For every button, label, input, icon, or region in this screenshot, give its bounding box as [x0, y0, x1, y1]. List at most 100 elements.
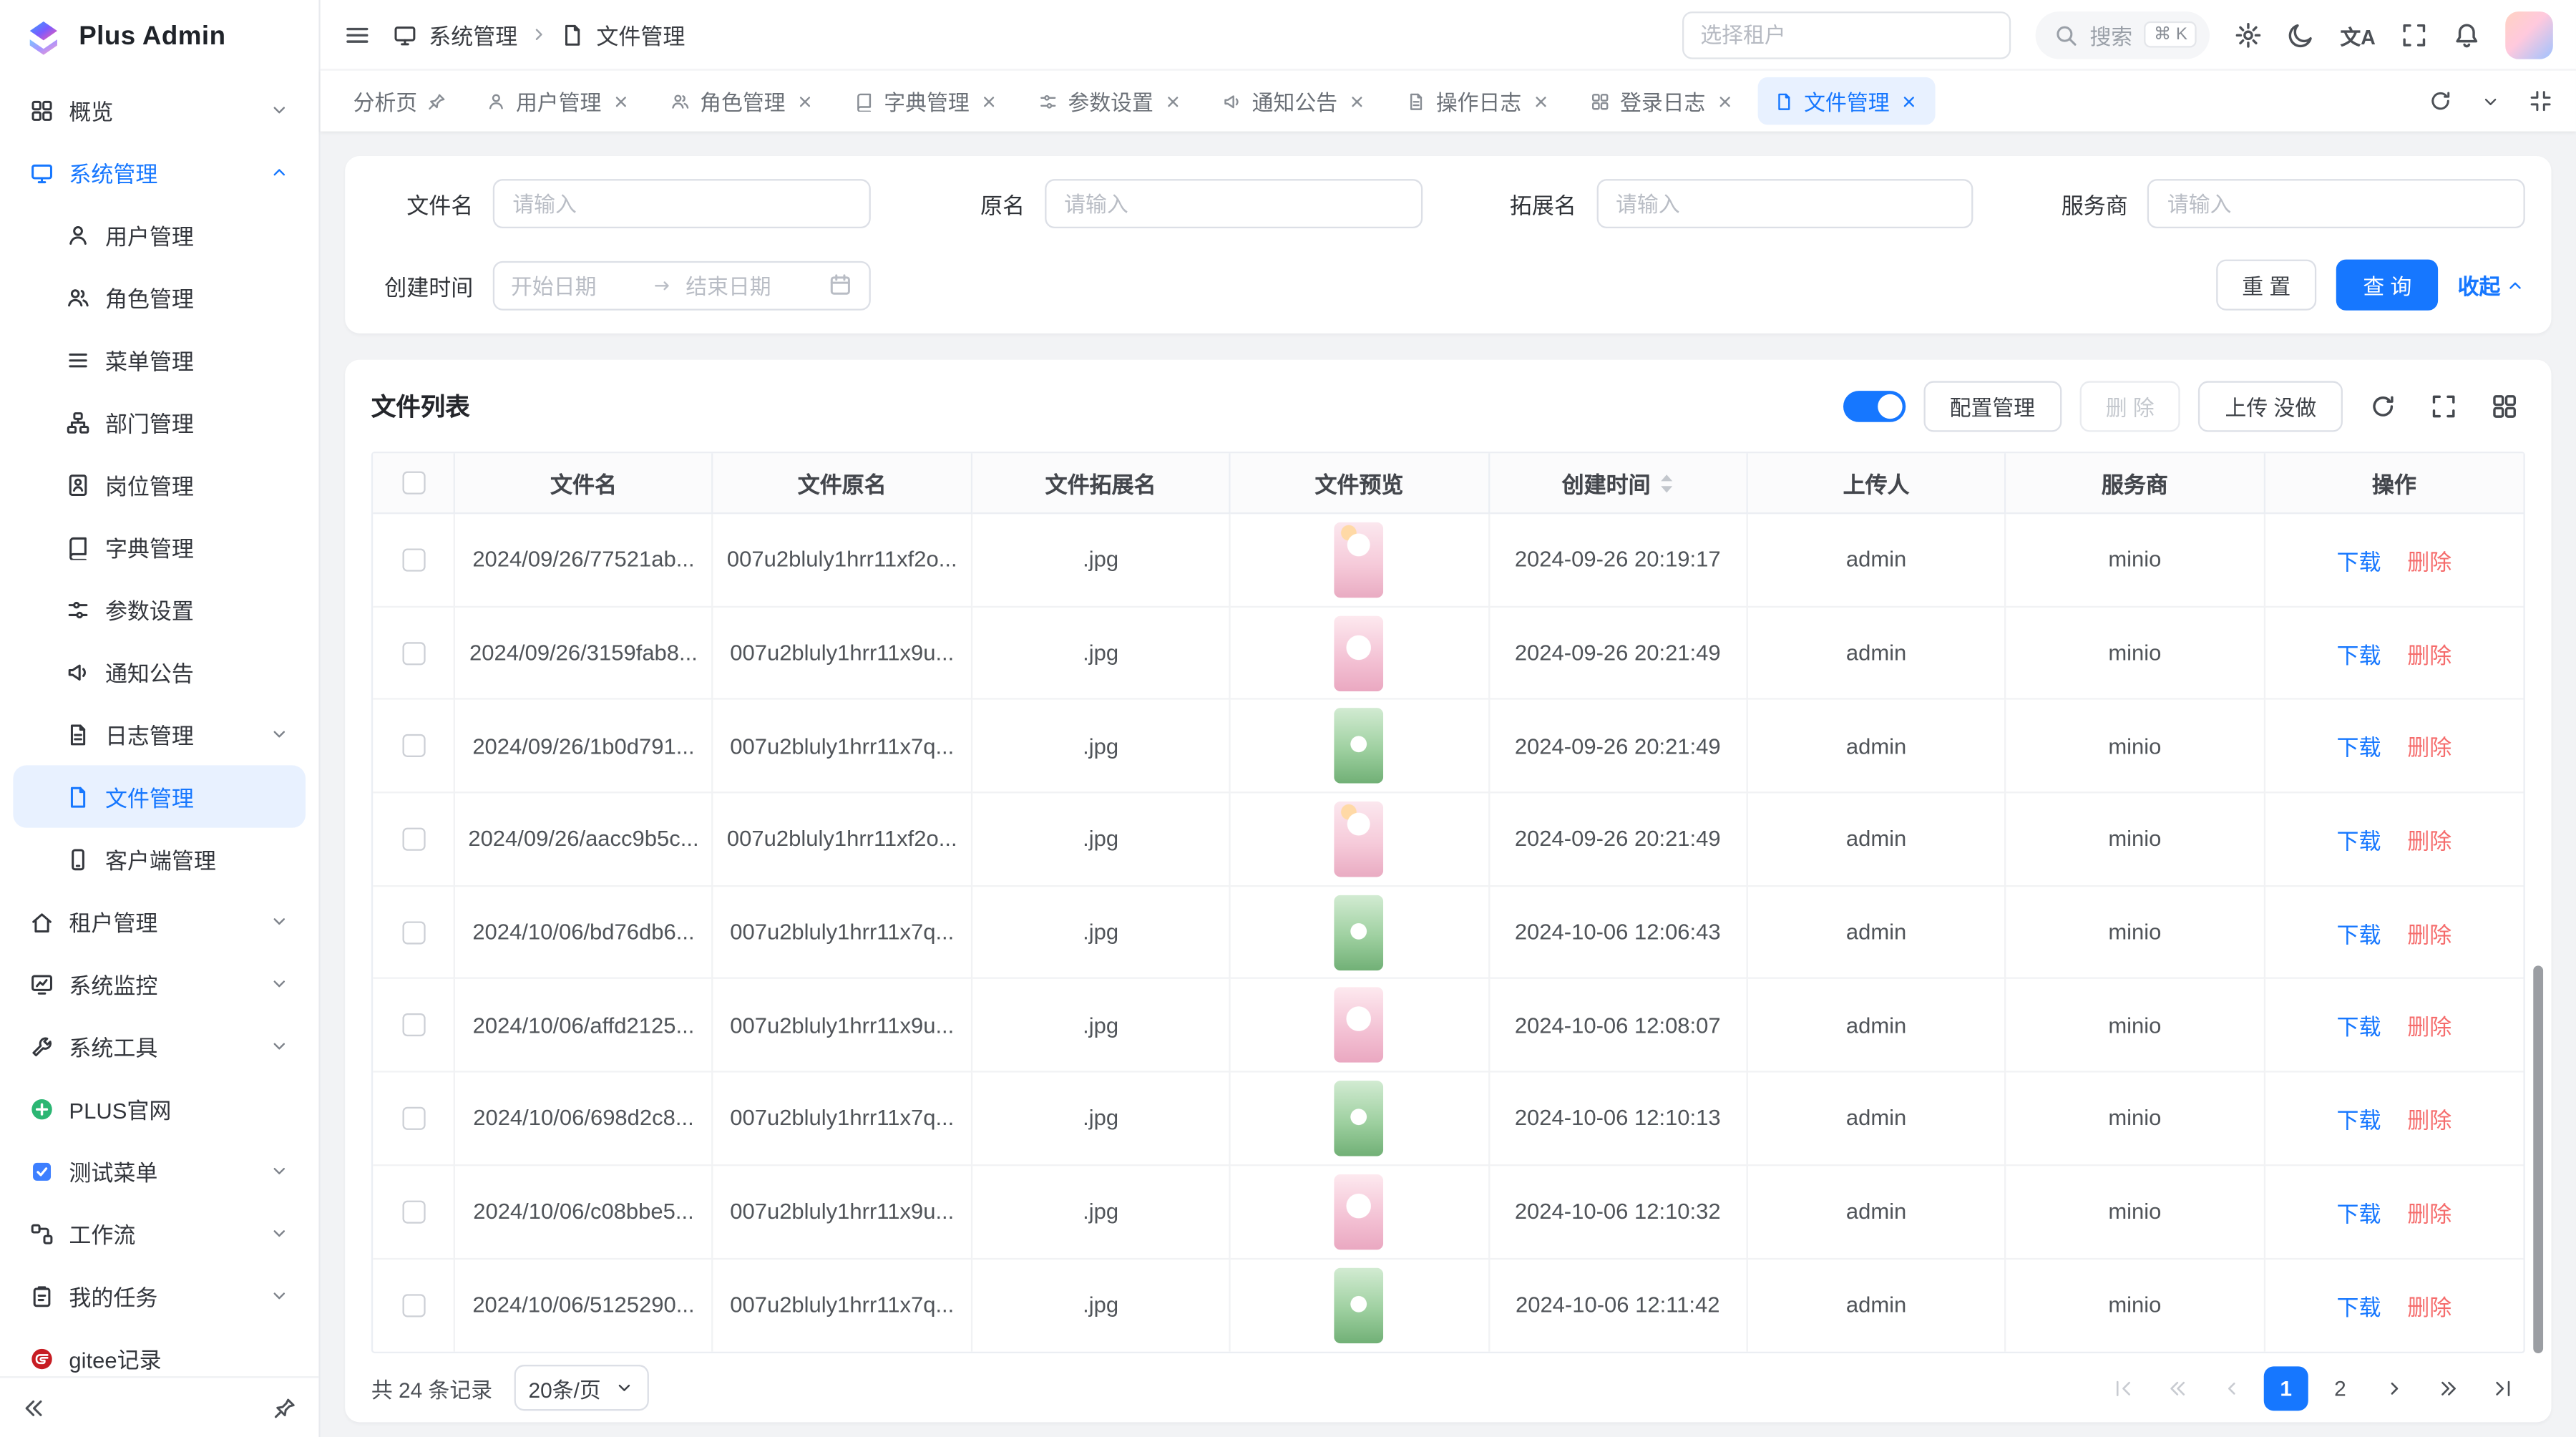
- sidebar-item-client[interactable]: 客户端管理: [13, 828, 306, 890]
- file-name-input[interactable]: [493, 179, 870, 228]
- download-link[interactable]: 下载: [2336, 916, 2381, 949]
- tab-options-chevron-icon[interactable]: [2481, 91, 2501, 111]
- file-preview-image[interactable]: [1335, 1267, 1384, 1343]
- first-page-button[interactable]: [2101, 1365, 2145, 1410]
- delete-link[interactable]: 删除: [2407, 916, 2451, 949]
- select-all-checkbox[interactable]: [401, 472, 424, 495]
- dark-mode-moon-icon[interactable]: [2288, 21, 2316, 49]
- sidebar-group-my-tasks[interactable]: 我的任务: [13, 1265, 306, 1327]
- file-preview-image[interactable]: [1335, 1081, 1384, 1156]
- tab-analysis[interactable]: 分析页: [337, 77, 464, 125]
- close-icon[interactable]: [611, 91, 631, 111]
- user-avatar[interactable]: [2505, 11, 2553, 59]
- tab-role-management[interactable]: 角色管理: [654, 77, 831, 125]
- download-link[interactable]: 下载: [2336, 729, 2381, 762]
- row-checkbox[interactable]: [401, 827, 424, 850]
- refresh-icon[interactable]: [2361, 385, 2404, 428]
- config-management-button[interactable]: 配置管理: [1923, 381, 2062, 432]
- col-created[interactable]: 创建时间: [1489, 453, 1747, 514]
- global-search[interactable]: 搜索 ⌘ K: [2036, 11, 2210, 59]
- collapse-filters-link[interactable]: 收起: [2458, 269, 2525, 301]
- file-preview-image[interactable]: [1335, 708, 1384, 784]
- prev-page-button[interactable]: [2210, 1365, 2254, 1410]
- tab-param-settings[interactable]: 参数设置: [1022, 77, 1199, 125]
- sidebar-group-logs[interactable]: 日志管理: [13, 703, 306, 765]
- delete-link[interactable]: 删除: [2407, 636, 2451, 669]
- tab-dict-management[interactable]: 字典管理: [838, 77, 1015, 125]
- pin-icon[interactable]: [273, 1395, 297, 1420]
- sidebar-item-dept[interactable]: 部门管理: [13, 391, 306, 453]
- refresh-icon[interactable]: [2428, 89, 2452, 113]
- app-logo[interactable]: Plus Admin: [0, 0, 318, 76]
- row-checkbox[interactable]: [401, 641, 424, 664]
- row-checkbox[interactable]: [401, 1200, 424, 1223]
- notifications-bell-icon[interactable]: [2453, 21, 2481, 49]
- delete-link[interactable]: 删除: [2407, 1195, 2451, 1228]
- file-preview-image[interactable]: [1335, 615, 1384, 691]
- row-checkbox[interactable]: [401, 1014, 424, 1037]
- row-checkbox[interactable]: [401, 1294, 424, 1317]
- reset-button[interactable]: 重 置: [2216, 260, 2317, 311]
- row-checkbox[interactable]: [401, 921, 424, 944]
- extension-input[interactable]: [1596, 179, 1973, 228]
- next-page-button[interactable]: [2372, 1365, 2416, 1410]
- download-link[interactable]: 下载: [2336, 1289, 2381, 1322]
- settings-gear-icon[interactable]: [2235, 21, 2263, 49]
- content-fullscreen-icon[interactable]: [2528, 89, 2552, 113]
- delete-link[interactable]: 删除: [2407, 823, 2451, 856]
- sidebar-item-dict[interactable]: 字典管理: [13, 516, 306, 578]
- tab-operation-log[interactable]: 操作日志: [1390, 77, 1568, 125]
- tab-user-management[interactable]: 用户管理: [470, 77, 648, 125]
- language-icon[interactable]: 文A: [2340, 19, 2375, 50]
- close-icon[interactable]: [1531, 91, 1551, 111]
- tab-login-log[interactable]: 登录日志: [1574, 77, 1752, 125]
- sidebar-item-user[interactable]: 用户管理: [13, 204, 306, 266]
- row-checkbox[interactable]: [401, 548, 424, 571]
- sort-carets-icon[interactable]: [1659, 472, 1674, 494]
- prev-5-pages-button[interactable]: [2155, 1365, 2200, 1410]
- sidebar-group-system[interactable]: 系统管理: [13, 141, 306, 203]
- sidebar-group-workflow[interactable]: 工作流: [13, 1202, 306, 1265]
- sidebar-group-tenant[interactable]: 租户管理: [13, 890, 306, 953]
- hamburger-menu-icon[interactable]: [343, 21, 371, 49]
- toggle-switch[interactable]: [1843, 391, 1905, 422]
- close-icon[interactable]: [980, 91, 1000, 111]
- next-5-pages-button[interactable]: [2426, 1365, 2471, 1410]
- breadcrumb-item[interactable]: 系统管理: [429, 18, 517, 51]
- sidebar-item-post[interactable]: 岗位管理: [13, 453, 306, 515]
- row-checkbox[interactable]: [401, 734, 424, 757]
- download-link[interactable]: 下载: [2336, 636, 2381, 669]
- page-number-1[interactable]: 1: [2264, 1365, 2308, 1410]
- download-link[interactable]: 下载: [2336, 1195, 2381, 1228]
- file-preview-image[interactable]: [1335, 988, 1384, 1063]
- page-size-select[interactable]: 20条/页: [514, 1365, 648, 1411]
- fullscreen-icon[interactable]: [2400, 21, 2428, 49]
- provider-input[interactable]: [2147, 179, 2524, 228]
- original-name-input[interactable]: [1045, 179, 1422, 228]
- table-scrollbar[interactable]: [2533, 965, 2543, 1353]
- file-preview-image[interactable]: [1335, 1174, 1384, 1250]
- close-icon[interactable]: [1347, 91, 1367, 111]
- upload-button[interactable]: 上传 没做: [2199, 381, 2343, 432]
- download-link[interactable]: 下载: [2336, 1009, 2381, 1042]
- column-settings-icon[interactable]: [2482, 385, 2525, 428]
- table-fullscreen-icon[interactable]: [2421, 385, 2464, 428]
- sidebar-item-overview[interactable]: 概览: [13, 79, 306, 141]
- close-icon[interactable]: [1715, 91, 1735, 111]
- collapse-sidebar-button[interactable]: [21, 1395, 46, 1420]
- delete-link[interactable]: 删除: [2407, 543, 2451, 576]
- file-preview-image[interactable]: [1335, 522, 1384, 598]
- tenant-select[interactable]: [1682, 11, 2011, 59]
- page-number-2[interactable]: 2: [2318, 1365, 2363, 1410]
- download-link[interactable]: 下载: [2336, 543, 2381, 576]
- sidebar-item-notice[interactable]: 通知公告: [13, 640, 306, 703]
- delete-link[interactable]: 删除: [2407, 1009, 2451, 1042]
- sidebar-group-test-menu[interactable]: 测试菜单: [13, 1140, 306, 1202]
- delete-link[interactable]: 删除: [2407, 1102, 2451, 1135]
- pin-icon[interactable]: [427, 91, 447, 111]
- query-button[interactable]: 查 询: [2337, 260, 2438, 311]
- download-link[interactable]: 下载: [2336, 823, 2381, 856]
- date-range-picker[interactable]: 开始日期 结束日期: [493, 260, 870, 310]
- download-link[interactable]: 下载: [2336, 1102, 2381, 1135]
- delete-link[interactable]: 删除: [2407, 1289, 2451, 1322]
